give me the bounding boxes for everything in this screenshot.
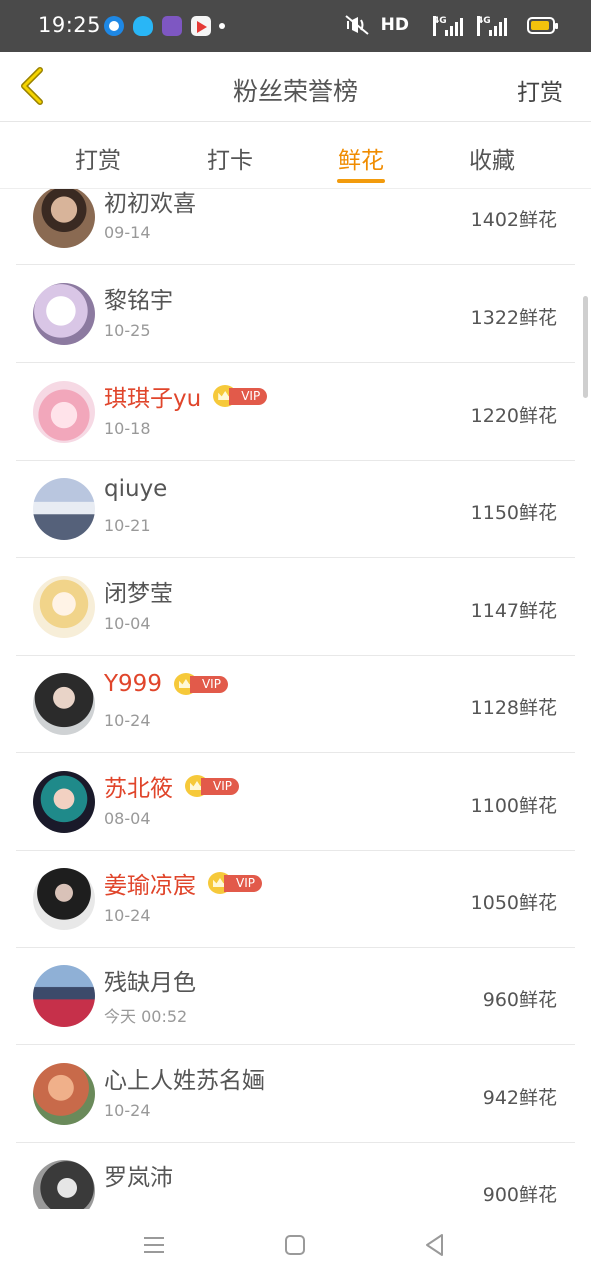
avatar[interactable] <box>33 771 95 833</box>
user-name: 黎铭宇 <box>104 288 173 314</box>
date-text: 10-04 <box>104 614 151 633</box>
user-name: 初初欢喜 <box>104 191 196 217</box>
list-item[interactable]: 琪琪子yu VIP 10-18 1220鲜花 <box>16 364 575 461</box>
date-text: 10-21 <box>104 516 151 535</box>
avatar[interactable] <box>33 283 95 345</box>
qq-app-icon <box>133 16 153 36</box>
list-item[interactable]: Y999 VIP 10-24 1128鲜花 <box>16 656 575 753</box>
status-time: 19:25 <box>38 13 102 37</box>
list-item[interactable]: 闭梦莹 10-04 1147鲜花 <box>16 559 575 656</box>
more-notifications-dot <box>219 23 225 29</box>
scrollbar[interactable] <box>583 296 588 398</box>
tab-flowers[interactable]: 鲜花 <box>311 141 411 175</box>
list-item[interactable]: 苏北筱 VIP 08-04 1100鲜花 <box>16 754 575 851</box>
vip-badge: VIP <box>208 872 262 894</box>
user-name: 姜瑜凉宸 <box>104 873 196 899</box>
flower-count: 1050鲜花 <box>470 892 557 914</box>
avatar[interactable] <box>33 673 95 735</box>
signal-icon: 4G <box>477 16 511 36</box>
active-tab-indicator <box>337 179 385 183</box>
video-app-icon <box>191 16 211 36</box>
list-item[interactable]: 初初欢喜 09-14 1402鲜花 <box>16 189 575 265</box>
signal-icon: 4G <box>433 16 467 36</box>
tab-tips[interactable]: 打赏 <box>48 141 148 175</box>
battery-icon <box>527 17 558 34</box>
avatar[interactable] <box>33 1063 95 1125</box>
avatar[interactable] <box>33 965 95 1027</box>
back-triangle-icon[interactable] <box>422 1232 448 1258</box>
flower-count: 1402鲜花 <box>470 209 557 231</box>
date-text: 08-04 <box>104 809 151 828</box>
status-bar: 19:25 HD 4G 4G <box>0 0 591 52</box>
vip-badge: VIP <box>173 673 228 695</box>
vip-badge: VIP <box>213 385 268 407</box>
mute-icon <box>345 15 369 35</box>
list-item[interactable]: 残缺月色 今天 00:52 960鲜花 <box>16 948 575 1045</box>
avatar[interactable] <box>33 1160 95 1209</box>
flower-count: 1220鲜花 <box>470 405 557 427</box>
user-name: 罗岚沛 <box>104 1165 173 1191</box>
avatar[interactable] <box>33 576 95 638</box>
menu-icon[interactable] <box>141 1232 167 1258</box>
flower-count: 1322鲜花 <box>470 307 557 329</box>
system-nav-bar <box>0 1210 591 1280</box>
tip-button[interactable]: 打赏 <box>517 73 563 107</box>
date-text: 09-14 <box>104 223 151 242</box>
user-name: Y999 <box>104 671 162 697</box>
browser-app-icon <box>104 16 124 36</box>
page-title: 粉丝荣誉榜 <box>232 77 358 106</box>
date-text: 10-18 <box>104 419 151 438</box>
list-item[interactable]: 罗岚沛 900鲜花 <box>16 1143 575 1209</box>
flower-count: 942鲜花 <box>482 1087 557 1109</box>
flower-count: 900鲜花 <box>482 1184 557 1206</box>
date-text: 今天 00:52 <box>104 1007 188 1026</box>
system-indicators: HD 4G 4G <box>325 14 558 38</box>
user-name: 残缺月色 <box>104 970 196 996</box>
user-name: qiuye <box>104 476 168 502</box>
avatar[interactable] <box>33 478 95 540</box>
camera-app-icon <box>162 16 182 36</box>
tab-bar: 打赏 打卡 鲜花 收藏 <box>0 123 591 189</box>
app-header: 粉丝荣誉榜 打赏 <box>0 52 591 122</box>
avatar[interactable] <box>33 381 95 443</box>
avatar[interactable] <box>33 189 95 248</box>
vip-badge: VIP <box>185 775 239 797</box>
home-icon[interactable] <box>282 1232 308 1258</box>
list-item[interactable]: 心上人姓苏名婳 10-24 942鲜花 <box>16 1046 575 1143</box>
date-text: 10-25 <box>104 321 151 340</box>
avatar[interactable] <box>33 868 95 930</box>
user-name: 苏北筱 <box>104 776 173 802</box>
flower-count: 1150鲜花 <box>470 502 557 524</box>
user-name: 闭梦莹 <box>104 581 173 607</box>
flower-count: 1100鲜花 <box>470 795 557 817</box>
list-item[interactable]: qiuye 10-21 1150鲜花 <box>16 461 575 558</box>
flower-count: 1147鲜花 <box>470 600 557 622</box>
date-text: 10-24 <box>104 1101 151 1120</box>
date-text: 10-24 <box>104 711 151 730</box>
user-name: 心上人姓苏名婳 <box>104 1068 265 1094</box>
user-name: 琪琪子yu <box>104 386 202 412</box>
flower-count: 960鲜花 <box>482 989 557 1011</box>
flower-count: 1128鲜花 <box>470 697 557 719</box>
hd-indicator: HD <box>380 15 409 35</box>
ranking-list: 初初欢喜 09-14 1402鲜花 黎铭宇 10-25 1322鲜花 琪琪子yu… <box>16 189 575 1209</box>
date-text: 10-24 <box>104 906 151 925</box>
list-item[interactable]: 姜瑜凉宸 VIP 10-24 1050鲜花 <box>16 851 575 948</box>
tab-favorites[interactable]: 收藏 <box>442 141 542 175</box>
list-item[interactable]: 黎铭宇 10-25 1322鲜花 <box>16 266 575 363</box>
tab-checkin[interactable]: 打卡 <box>180 141 280 175</box>
